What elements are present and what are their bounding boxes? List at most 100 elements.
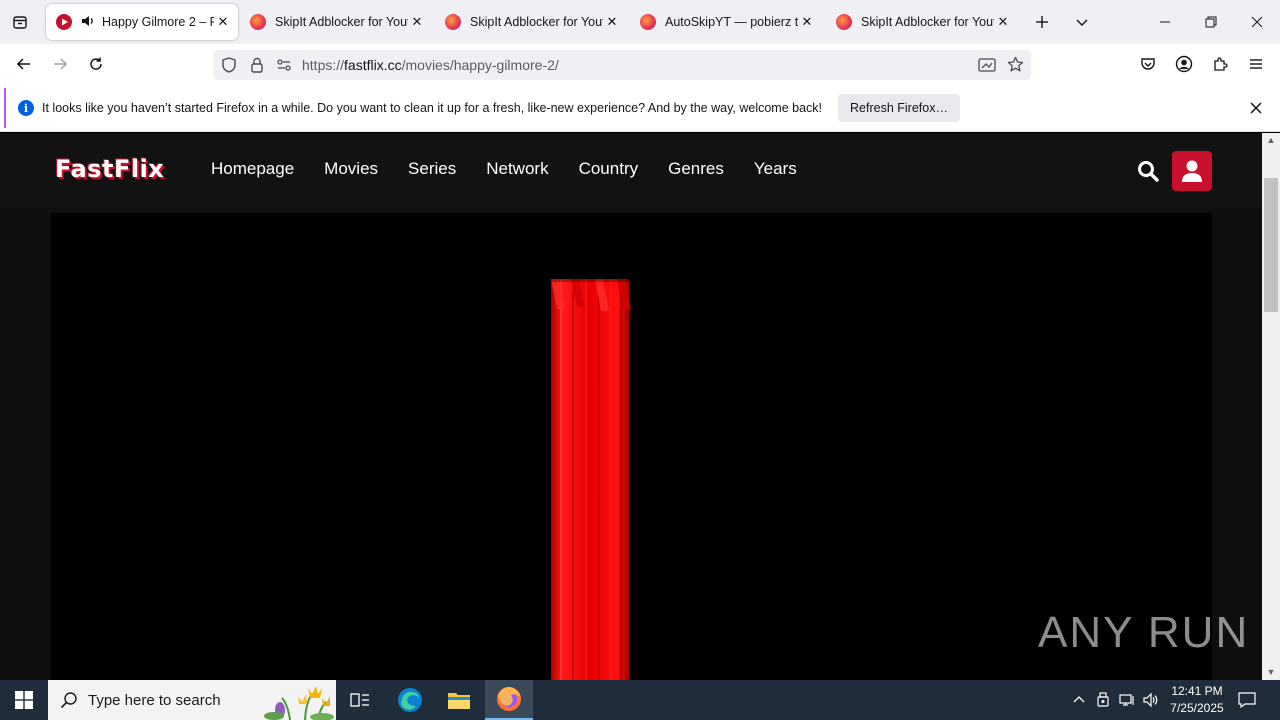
pocket-icon xyxy=(1141,58,1155,70)
puzzle-icon xyxy=(1214,57,1228,71)
chevron-down-icon xyxy=(1076,19,1088,26)
task-view-button[interactable] xyxy=(336,680,384,720)
arrow-right-icon xyxy=(54,58,68,70)
edge-icon xyxy=(398,688,422,712)
close-window-button[interactable] xyxy=(1245,10,1269,34)
search-icon xyxy=(1138,161,1159,182)
firefox-icon xyxy=(836,14,852,30)
lock-icon[interactable] xyxy=(249,56,265,79)
firefox-icon xyxy=(497,687,521,711)
tab-happy-gilmore[interactable]: Happy Gilmore 2 – Fa ✕ xyxy=(46,4,238,40)
tab-close-icon[interactable]: ✕ xyxy=(214,14,232,30)
restore-icon xyxy=(1205,16,1217,28)
bookmark-star-icon[interactable] xyxy=(1007,56,1024,78)
tab-skipit-2[interactable]: SkipIt Adblocker for Youtu ✕ xyxy=(435,4,627,40)
close-icon xyxy=(1251,16,1263,28)
hamburger-menu-icon xyxy=(1250,59,1262,69)
close-icon xyxy=(1250,102,1262,114)
scrollbar-thumb[interactable] xyxy=(1264,178,1278,312)
pocket-button[interactable] xyxy=(1134,50,1162,78)
refresh-firefox-button[interactable]: Refresh Firefox… xyxy=(838,94,960,122)
menu-item-movies[interactable]: Movies xyxy=(324,159,378,179)
tracking-protection-shield-icon[interactable] xyxy=(221,57,237,78)
network-button[interactable] xyxy=(1116,680,1138,720)
tab-title: Happy Gilmore 2 – Fa xyxy=(102,15,214,29)
menu-item-network[interactable]: Network xyxy=(486,159,548,179)
tab-strip: Happy Gilmore 2 – Fa ✕ SkipIt Adblocker … xyxy=(0,0,1280,44)
reader-view-icon[interactable] xyxy=(978,57,996,78)
menu-item-years[interactable]: Years xyxy=(754,159,797,179)
start-button[interactable] xyxy=(0,680,48,720)
folder-icon xyxy=(448,693,470,709)
edge-taskbar-button[interactable] xyxy=(386,680,434,720)
extensions-button[interactable] xyxy=(1206,50,1234,78)
show-hidden-icons-button[interactable] xyxy=(1068,680,1090,720)
speaker-icon[interactable] xyxy=(81,14,95,31)
tab-close-icon[interactable]: ✕ xyxy=(603,14,621,30)
notification-center-icon xyxy=(1238,692,1256,708)
minimize-icon xyxy=(1160,21,1170,23)
firefox-icon xyxy=(640,14,656,30)
menu-item-country[interactable]: Country xyxy=(579,159,639,179)
usb-device-icon xyxy=(1097,692,1109,707)
site-header: FastFlix Homepage Movies Series Network … xyxy=(0,133,1262,208)
firefox-taskbar-button[interactable] xyxy=(485,680,533,720)
scroll-down-arrow-icon[interactable]: ▼ xyxy=(1266,667,1276,677)
account-icon xyxy=(1175,55,1193,73)
taskbar-search-box[interactable]: Type here to search xyxy=(48,680,336,720)
account-button[interactable] xyxy=(1170,50,1198,78)
firefox-icon xyxy=(445,14,461,30)
tray-device-button[interactable] xyxy=(1092,680,1114,720)
tulips-illustration-icon xyxy=(264,686,334,720)
tab-close-icon[interactable]: ✕ xyxy=(798,14,816,30)
chevron-up-icon xyxy=(1073,696,1085,703)
site-search-button[interactable] xyxy=(1136,159,1160,183)
page-scrollbar[interactable]: ▲ ▼ xyxy=(1262,133,1280,680)
url-bar[interactable]: https://fastflix.cc/movies/happy-gilmore… xyxy=(213,50,1031,80)
app-menu-button[interactable] xyxy=(1242,50,1270,78)
anyrun-watermark: ANY RUN xyxy=(1038,608,1249,658)
clock-date: 7/25/2025 xyxy=(1170,701,1224,715)
tab-skipit-1[interactable]: SkipIt Adblocker for Youtu ✕ xyxy=(240,4,432,40)
scroll-up-arrow-icon[interactable]: ▲ xyxy=(1266,135,1276,145)
info-icon: i xyxy=(18,100,34,116)
menu-item-series[interactable]: Series xyxy=(408,159,456,179)
tab-title: SkipIt Adblocker for Youtu xyxy=(861,15,994,29)
watermark-text: ANY RUN xyxy=(1038,608,1250,657)
tab-close-icon[interactable]: ✕ xyxy=(408,14,426,30)
tab-autoskipyt[interactable]: AutoSkipYT — pobierz to ✕ xyxy=(630,4,822,40)
firefox-view-icon xyxy=(13,16,27,29)
firefox-view-button[interactable] xyxy=(6,8,34,36)
network-icon xyxy=(1119,694,1134,706)
menu-item-homepage[interactable]: Homepage xyxy=(211,159,294,179)
site-menu: Homepage Movies Series Network Country G… xyxy=(196,159,812,179)
menu-item-genres[interactable]: Genres xyxy=(668,159,724,179)
taskbar-clock[interactable]: 12:41 PM 7/25/2025 xyxy=(1160,683,1234,717)
notification-text: It looks like you haven’t started Firefo… xyxy=(42,101,823,115)
search-icon xyxy=(60,692,77,709)
url-text[interactable]: https://fastflix.cc/movies/happy-gilmore… xyxy=(302,57,559,73)
back-button[interactable] xyxy=(10,50,38,78)
reload-button[interactable] xyxy=(82,50,110,78)
tab-skipit-3[interactable]: SkipIt Adblocker for Youtu ✕ xyxy=(826,4,1018,40)
volume-button[interactable] xyxy=(1140,680,1162,720)
url-host: fastflix.cc xyxy=(344,57,402,73)
minimize-button[interactable] xyxy=(1153,10,1177,34)
fastflix-play-icon xyxy=(56,14,72,30)
url-prefix: https:// xyxy=(302,57,345,73)
reload-icon xyxy=(90,57,102,70)
user-account-button[interactable] xyxy=(1172,151,1212,191)
task-view-icon xyxy=(350,693,369,707)
new-tab-button[interactable] xyxy=(1030,10,1054,34)
site-logo[interactable]: FastFlix xyxy=(55,155,164,183)
plus-icon xyxy=(1036,16,1048,28)
navigation-toolbar: https://fastflix.cc/movies/happy-gilmore… xyxy=(0,44,1280,84)
permissions-icon[interactable] xyxy=(276,57,292,78)
restore-button[interactable] xyxy=(1199,10,1223,34)
notifications-button[interactable] xyxy=(1234,680,1260,720)
file-explorer-taskbar-button[interactable] xyxy=(435,680,483,720)
forward-button[interactable] xyxy=(46,50,74,78)
list-all-tabs-button[interactable] xyxy=(1070,10,1094,34)
notification-close-button[interactable] xyxy=(1246,98,1266,118)
tab-close-icon[interactable]: ✕ xyxy=(994,14,1012,30)
